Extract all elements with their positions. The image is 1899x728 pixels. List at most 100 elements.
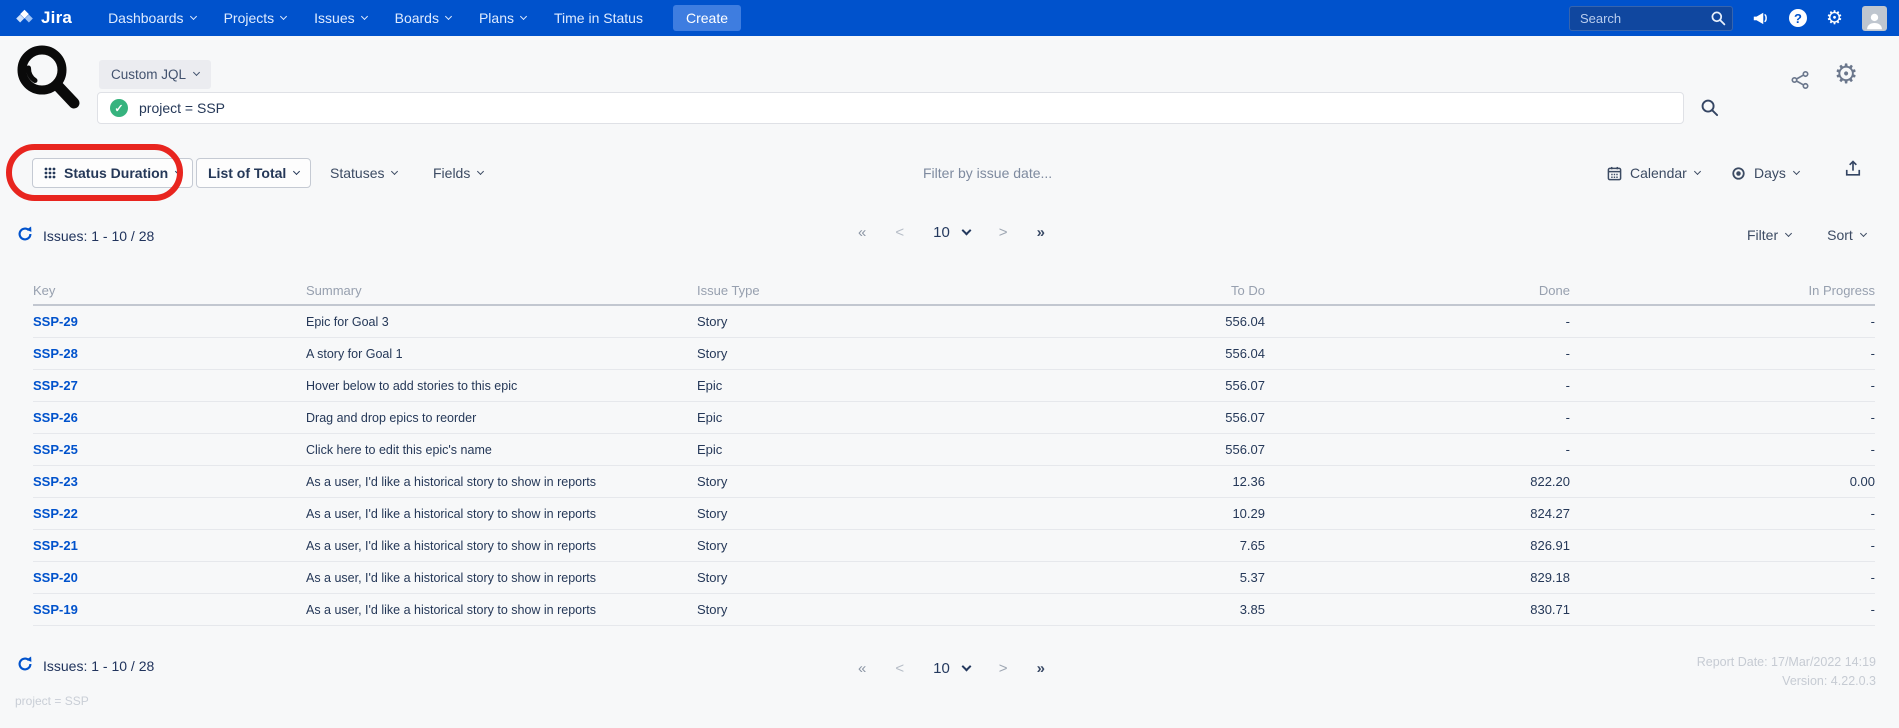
table-row: SSP-28 A story for Goal 1 Story 556.04 -… <box>33 338 1875 370</box>
brand-name: Jira <box>41 8 72 28</box>
date-filter-placeholder: Filter by issue date... <box>923 165 1052 181</box>
in-progress-value: - <box>1570 346 1875 361</box>
nav-item-projects[interactable]: Projects <box>210 0 301 36</box>
valid-query-check-icon: ✓ <box>110 99 128 117</box>
help-icon[interactable]: ? <box>1789 9 1807 27</box>
pagination-next-button[interactable]: > <box>999 224 1008 241</box>
in-progress-value: 0.00 <box>1570 474 1875 489</box>
export-icon[interactable] <box>1843 159 1863 179</box>
view-type-dropdown-status-duration[interactable]: Status Duration <box>32 158 193 188</box>
issue-summary: As a user, I'd like a historical story t… <box>306 539 697 553</box>
chevron-down-icon <box>175 167 182 174</box>
refresh-icon[interactable] <box>16 655 34 673</box>
to-do-value: 556.07 <box>977 442 1265 457</box>
statuses-dropdown[interactable]: Statuses <box>330 158 397 188</box>
settings-gear-icon[interactable]: ⚙ <box>1826 9 1843 28</box>
search-icon <box>1710 10 1726 26</box>
column-header-summary: Summary <box>306 283 697 298</box>
nav-item-label: Projects <box>224 10 275 26</box>
issue-type: Story <box>697 314 977 329</box>
jira-logo-icon <box>14 8 35 29</box>
chevron-down-icon <box>361 12 368 19</box>
issue-type: Story <box>697 602 977 617</box>
pagination-first-button[interactable]: « <box>858 224 866 241</box>
chevron-down-icon <box>391 167 398 174</box>
issue-key-link[interactable]: SSP-25 <box>33 442 306 457</box>
done-value: 830.71 <box>1265 602 1570 617</box>
chevron-down-icon <box>1785 229 1792 236</box>
nav-item-dashboards[interactable]: Dashboards <box>94 0 210 36</box>
to-do-value: 12.36 <box>977 474 1265 489</box>
gear-glyph: ⚙ <box>1826 9 1843 28</box>
pagination-bottom: « < 10 > » <box>858 660 1045 677</box>
chevron-down-icon <box>293 167 300 174</box>
query-type-dropdown[interactable]: Custom JQL <box>99 60 211 89</box>
create-button[interactable]: Create <box>673 5 741 31</box>
nav-item-plans[interactable]: Plans <box>465 0 540 36</box>
report-metadata: Report Date: 17/Mar/2022 14:19 Version: … <box>1697 653 1876 691</box>
issue-date-filter[interactable]: Filter by issue date... <box>923 158 1052 188</box>
nav-item-boards[interactable]: Boards <box>381 0 465 36</box>
issue-type: Story <box>697 570 977 585</box>
pagination-last-button[interactable]: » <box>1037 224 1045 241</box>
issue-key-link[interactable]: SSP-19 <box>33 602 306 617</box>
time-unit-dropdown-days[interactable]: Days <box>1731 158 1799 188</box>
to-do-value: 10.29 <box>977 506 1265 521</box>
nav-item-issues[interactable]: Issues <box>300 0 380 36</box>
issue-key-link[interactable]: SSP-22 <box>33 506 306 521</box>
search-input[interactable] <box>1569 6 1733 31</box>
table-header-row: Key Summary Issue Type To Do Done In Pro… <box>33 276 1875 306</box>
jql-query-input[interactable]: ✓ project = SSP <box>97 92 1684 124</box>
magnifier-app-logo <box>13 43 83 109</box>
issue-key-link[interactable]: SSP-27 <box>33 378 306 393</box>
report-type-dropdown-list-of-total[interactable]: List of Total <box>196 158 311 188</box>
question-mark-glyph: ? <box>1789 9 1807 27</box>
issue-key-link[interactable]: SSP-28 <box>33 346 306 361</box>
chevron-down-icon <box>193 69 200 76</box>
done-value: 829.18 <box>1265 570 1570 585</box>
table-row: SSP-21 As a user, I'd like a historical … <box>33 530 1875 562</box>
to-do-value: 556.07 <box>977 378 1265 393</box>
pagination-prev-button[interactable]: < <box>895 660 904 677</box>
issue-summary: Hover below to add stories to this epic <box>306 379 697 393</box>
nav-item-label: Boards <box>395 10 439 26</box>
column-header-key: Key <box>33 283 306 298</box>
issues-count-label: Issues: 1 - 10 / 28 <box>43 228 154 244</box>
sort-dropdown[interactable]: Sort <box>1827 227 1866 243</box>
user-avatar[interactable] <box>1862 6 1887 31</box>
in-progress-value: - <box>1570 570 1875 585</box>
filter-sort-cluster: Filter Sort <box>1747 227 1866 243</box>
issue-summary: As a user, I'd like a historical story t… <box>306 603 697 617</box>
chevron-down-icon <box>961 226 971 236</box>
issue-key-link[interactable]: SSP-29 <box>33 314 306 329</box>
page-size-dropdown[interactable]: 10 <box>933 660 970 677</box>
issue-key-link[interactable]: SSP-26 <box>33 410 306 425</box>
page-size-dropdown[interactable]: 10 <box>933 224 970 241</box>
fields-dropdown[interactable]: Fields <box>433 158 483 188</box>
announcements-megaphone-icon[interactable] <box>1752 9 1770 27</box>
in-progress-value: - <box>1570 538 1875 553</box>
column-header-issue-type: Issue Type <box>697 283 977 298</box>
done-value: - <box>1265 346 1570 361</box>
chevron-down-icon <box>477 167 484 174</box>
issue-key-link[interactable]: SSP-20 <box>33 570 306 585</box>
calendar-dropdown[interactable]: Calendar <box>1607 158 1700 188</box>
issue-type: Story <box>697 538 977 553</box>
run-query-search-icon[interactable] <box>1700 98 1719 117</box>
nav-item-time-in-status[interactable]: Time in Status <box>540 0 657 36</box>
jira-home-link[interactable]: Jira <box>14 8 72 29</box>
pagination-first-button[interactable]: « <box>858 660 866 677</box>
done-value: 824.27 <box>1265 506 1570 521</box>
share-icon[interactable] <box>1789 69 1811 91</box>
issue-key-link[interactable]: SSP-21 <box>33 538 306 553</box>
pagination-last-button[interactable]: » <box>1037 660 1045 677</box>
pagination-next-button[interactable]: > <box>999 660 1008 677</box>
pagination-prev-button[interactable]: < <box>895 224 904 241</box>
filter-dropdown[interactable]: Filter <box>1747 227 1791 243</box>
chevron-down-icon <box>445 12 452 19</box>
refresh-icon[interactable] <box>16 225 34 243</box>
issue-type: Story <box>697 506 977 521</box>
issue-type: Epic <box>697 410 977 425</box>
issue-key-link[interactable]: SSP-23 <box>33 474 306 489</box>
report-settings-gear-icon[interactable]: ⚙ <box>1834 61 1858 88</box>
